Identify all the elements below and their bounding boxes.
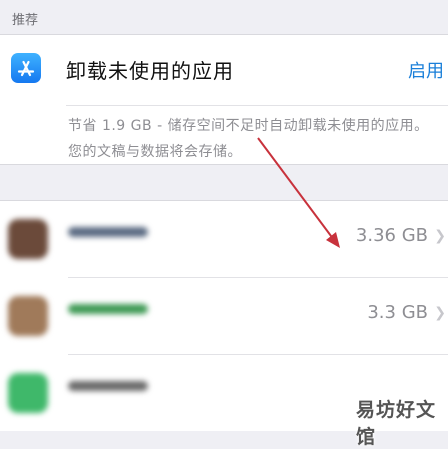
divider [66,105,448,106]
app-name-blurred [68,304,148,314]
chevron-right-icon: ❯ [434,305,446,321]
app-icon [8,373,48,413]
app-size: 3.36 GB [355,225,428,246]
recommendation-description: 节省 1.9 GB - 储存空间不足时自动卸载未使用的应用。您的文稿与数据将会存… [68,118,429,160]
app-row[interactable]: 3.36 GB ❯ [0,201,448,277]
recommendation-title: 卸载未使用的应用 [66,59,234,83]
section-header: 推荐 [0,0,448,34]
section-title: 推荐 [12,13,39,28]
app-name-blurred [68,381,148,391]
app-name-blurred [68,227,148,237]
chevron-right-icon: ❯ [434,228,446,244]
recommendation-card: 卸载未使用的应用 启用 节省 1.9 GB - 储存空间不足时自动卸载未使用的应… [0,34,448,165]
app-store-icon [11,53,41,83]
section-gap [0,164,448,201]
watermark-logo: 易坊好文馆 [356,399,437,448]
app-icon [8,219,48,259]
app-icon [8,296,48,336]
app-size: 3.3 GB [367,302,428,323]
enable-button[interactable]: 启用 [408,57,444,83]
app-row[interactable]: 3.3 GB ❯ [0,278,448,354]
